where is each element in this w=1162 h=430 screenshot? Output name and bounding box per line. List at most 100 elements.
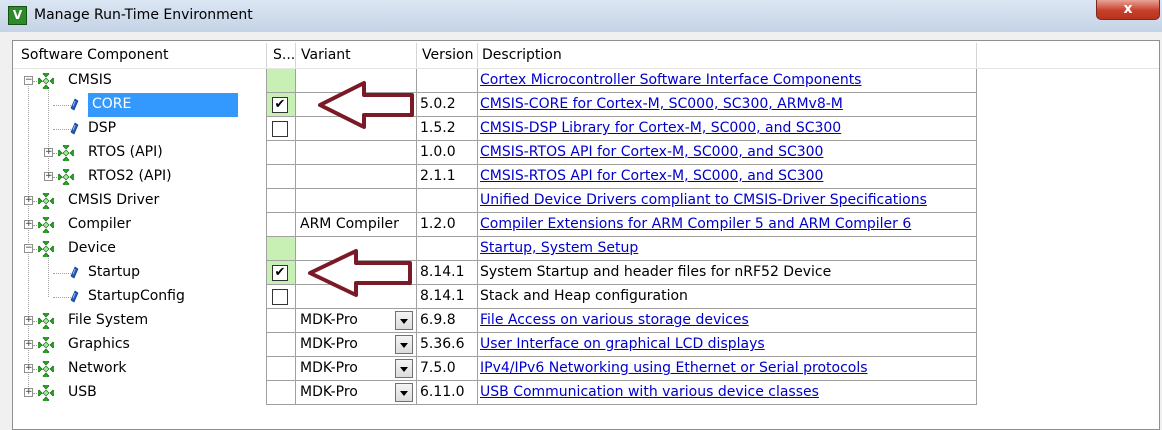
collapse-toggle-icon[interactable]: − [24,244,33,253]
component-leaf-icon [69,122,79,135]
version-cell: 7.5.0 [417,357,478,381]
description-link[interactable]: CMSIS-CORE for Cortex-M, SC000, SC300, A… [478,93,977,117]
window-title: Manage Run-Time Environment [34,7,253,23]
description-link[interactable]: File Access on various storage devices [478,309,977,333]
table-row[interactable]: Startup ✔ 8.14.1 System Startup and header … [13,261,1159,285]
version-cell [417,69,478,93]
component-group-icon [35,310,57,332]
expand-toggle-icon[interactable]: + [44,148,53,157]
version-cell: 5.36.6 [417,333,478,357]
version-cell [417,237,478,261]
column-header-sel[interactable]: S... [267,43,296,68]
table-row[interactable]: + Graphics MDK-Pro 5.36.6 User Interface on … [13,333,1159,357]
component-name[interactable]: USB [68,381,97,405]
component-checkbox[interactable] [272,121,288,137]
select-cell [266,69,296,93]
select-cell[interactable]: ✔ [266,261,296,285]
expand-toggle-icon[interactable]: + [24,340,33,349]
table-row[interactable]: + RTOS (API) 1.0.0 CMSIS-RTOS API for Corte… [13,141,1159,165]
description-link[interactable]: Startup, System Setup [478,237,977,261]
description-link[interactable]: Cortex Microcontroller Software Interfac… [478,69,977,93]
variant-select[interactable]: MDK-Pro [296,333,417,357]
select-cell[interactable]: ✔ [266,93,296,117]
table-row[interactable]: + File System MDK-Pro 6.9.8 File Access on v… [13,309,1159,333]
component-name[interactable]: Network [68,357,126,381]
description-link[interactable]: CMSIS-RTOS API for Cortex-M, SC000, and … [478,165,977,189]
collapse-toggle-icon[interactable]: − [24,76,33,85]
table-row[interactable]: − Device Startup, System Setup [13,237,1159,261]
description-link[interactable]: CMSIS-RTOS API for Cortex-M, SC000, and … [478,141,977,165]
version-cell: 5.0.2 [417,93,478,117]
column-header-component[interactable]: Software Component [13,43,267,68]
select-cell [266,237,296,261]
chevron-down-icon[interactable] [395,359,413,378]
component-name[interactable]: Startup [88,261,140,285]
component-checkbox-checked[interactable]: ✔ [272,265,288,281]
component-name[interactable]: Compiler [68,213,131,237]
version-cell: 2.1.1 [417,165,478,189]
expand-toggle-icon[interactable]: + [24,364,33,373]
component-name[interactable]: File System [68,309,148,333]
description-link[interactable]: CMSIS-DSP Library for Cortex-M, SC000, a… [478,117,977,141]
column-header-filler [977,43,1159,68]
chevron-down-icon[interactable] [395,311,413,330]
description-link[interactable]: Compiler Extensions for ARM Compiler 5 a… [478,213,977,237]
select-cell[interactable] [266,117,296,141]
select-cell [266,309,296,333]
version-cell: 8.14.1 [417,285,478,309]
variant-select[interactable]: MDK-Pro [296,357,417,381]
select-cell[interactable] [266,285,296,309]
component-name[interactable]: StartupConfig [88,285,185,309]
version-cell: 1.2.0 [417,213,478,237]
arrow-to-startup-checkbox [308,249,412,297]
description-link[interactable]: User Interface on graphical LCD displays [478,333,977,357]
component-group-icon [35,238,57,260]
expand-toggle-icon[interactable]: + [24,316,33,325]
column-header-description[interactable]: Description [478,43,977,68]
variant-value: MDK-Pro [300,384,358,400]
select-cell [266,213,296,237]
table-row[interactable]: − CMSIS Cortex Microcontroller Software In… [13,69,1159,93]
component-checkbox-checked[interactable]: ✔ [272,97,288,113]
component-group-icon [35,70,57,92]
component-group-icon [35,214,57,236]
component-name[interactable]: CORE [88,93,238,117]
component-name[interactable]: CMSIS Driver [68,189,159,213]
select-cell [266,189,296,213]
select-cell [266,165,296,189]
chevron-down-icon[interactable] [395,335,413,354]
component-name[interactable]: CMSIS [68,69,112,93]
description-text: System Startup and header files for nRF5… [478,261,977,285]
table-row[interactable]: StartupConfig 8.14.1 Stack and Heap config… [13,285,1159,309]
description-link[interactable]: USB Communication with various device cl… [478,381,977,405]
table-row[interactable]: + RTOS2 (API) 2.1.1 CMSIS-RTOS API for Cort… [13,165,1159,189]
arrow-to-core-checkbox [318,81,414,129]
component-name[interactable]: Graphics [68,333,130,357]
column-header-version[interactable]: Version [417,43,478,68]
chevron-down-icon[interactable] [395,383,413,402]
component-name[interactable]: RTOS (API) [88,141,163,165]
table-row[interactable]: CORE ✔ 5.0.2 CMSIS-CORE for Cortex-M, SC000… [13,93,1159,117]
table-row[interactable]: + Compiler ARM Compiler 1.2.0 Compiler Exten… [13,213,1159,237]
component-checkbox[interactable] [272,289,288,305]
component-name[interactable]: RTOS2 (API) [88,165,172,189]
column-header-variant[interactable]: Variant [296,43,417,68]
variant-select[interactable]: MDK-Pro [296,309,417,333]
table-row[interactable]: DSP 1.5.2 CMSIS-DSP Library for Cortex-M, … [13,117,1159,141]
variant-select[interactable]: MDK-Pro [296,381,417,405]
description-link[interactable]: Unified Device Drivers compliant to CMSI… [478,189,977,213]
component-name[interactable]: Device [68,237,116,261]
expand-toggle-icon[interactable]: + [24,220,33,229]
version-cell: 1.5.2 [417,117,478,141]
expand-toggle-icon[interactable]: + [44,172,53,181]
component-name[interactable]: DSP [88,117,116,141]
description-link[interactable]: IPv4/IPv6 Networking using Ethernet or S… [478,357,977,381]
expand-toggle-icon[interactable]: + [24,388,33,397]
close-button[interactable]: x [1096,0,1160,20]
version-cell: 6.11.0 [417,381,478,405]
table-row[interactable]: + CMSIS Driver Unified Device Drivers comp… [13,189,1159,213]
expand-toggle-icon[interactable]: + [24,196,33,205]
variant-cell: ARM Compiler [296,213,417,237]
table-row[interactable]: + Network MDK-Pro 7.5.0 IPv4/IPv6 Networking… [13,357,1159,381]
table-row[interactable]: + USB MDK-Pro 6.11.0 USB Communication with … [13,381,1159,405]
